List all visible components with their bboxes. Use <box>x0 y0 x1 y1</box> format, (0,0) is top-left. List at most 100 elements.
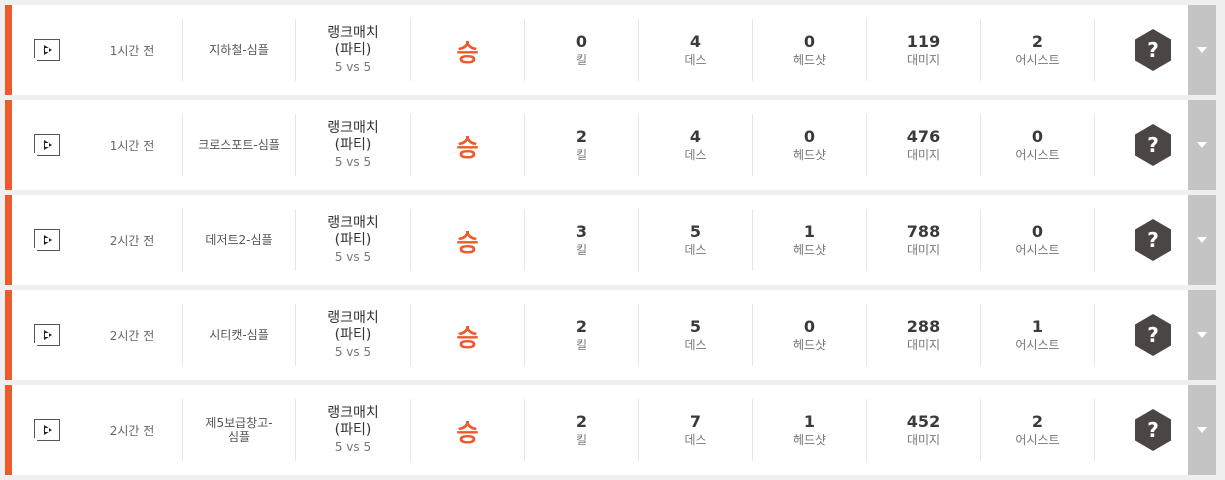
map-name: 시티캣-심플 <box>183 304 296 366</box>
kills-label: 킬 <box>575 53 588 67</box>
match-time: 2시간 전 <box>82 304 183 366</box>
chevron-down-icon <box>1197 237 1207 243</box>
tier-text: ? <box>1147 38 1159 62</box>
damage-label: 대미지 <box>906 243 941 257</box>
replay-button[interactable] <box>34 229 60 251</box>
expand-button[interactable] <box>1188 5 1216 95</box>
deaths-label: 데스 <box>684 148 707 162</box>
tier-text: ? <box>1147 133 1159 157</box>
deaths-stat: 4 데스 <box>639 19 753 81</box>
replay-cell <box>12 385 82 475</box>
match-time: 1시간 전 <box>82 114 183 176</box>
play-icon <box>44 235 52 245</box>
headshots-label: 헤드샷 <box>792 433 827 447</box>
replay-button[interactable] <box>34 324 60 346</box>
chevron-down-icon <box>1197 142 1207 148</box>
match-row[interactable]: 1시간 전 크로스포트-심플 랭크매치 (파티) 5 vs 5 승 2 킬 4 … <box>5 100 1216 190</box>
match-result: 승 <box>411 209 525 271</box>
damage-value: 788 <box>906 222 941 241</box>
match-time: 1시간 전 <box>82 19 183 81</box>
replay-cell <box>12 195 82 285</box>
headshots-stat: 1 헤드샷 <box>753 209 867 271</box>
headshots-stat: 0 헤드샷 <box>753 114 867 176</box>
kills-value: 2 <box>575 127 588 146</box>
match-row[interactable]: 2시간 전 시티캣-심플 랭크매치 (파티) 5 vs 5 승 2 킬 5 데스… <box>5 290 1216 380</box>
kills-value: 0 <box>575 32 588 51</box>
play-icon <box>44 330 52 340</box>
damage-stat: 288 대미지 <box>867 304 981 366</box>
assists-stat: 0 어시스트 <box>981 209 1095 271</box>
kills-stat: 0 킬 <box>525 19 639 81</box>
kills-value: 2 <box>575 412 588 431</box>
play-icon <box>44 45 52 55</box>
game-mode: 랭크매치 (파티) 5 vs 5 <box>296 114 411 176</box>
match-row[interactable]: 1시간 전 지하철-심플 랭크매치 (파티) 5 vs 5 승 0 킬 4 데스… <box>5 5 1216 95</box>
assists-label: 어시스트 <box>1015 338 1060 352</box>
map-name: 데저트2-심플 <box>183 209 296 271</box>
headshots-value: 0 <box>803 32 816 51</box>
game-mode: 랭크매치 (파티) 5 vs 5 <box>296 304 411 366</box>
tier-hex-icon: ? <box>1134 219 1171 261</box>
headshots-value: 0 <box>803 317 816 336</box>
mode-name: 랭크매치 (파티) <box>327 310 379 343</box>
match-row[interactable]: 2시간 전 제5보급창고- 심플 랭크매치 (파티) 5 vs 5 승 2 킬 … <box>5 385 1216 475</box>
assists-stat: 2 어시스트 <box>981 19 1095 81</box>
match-result: 승 <box>411 304 525 366</box>
team-size: 5 vs 5 <box>334 440 372 454</box>
damage-value: 288 <box>906 317 941 336</box>
map-name: 지하철-심플 <box>183 19 296 81</box>
match-row[interactable]: 2시간 전 데저트2-심플 랭크매치 (파티) 5 vs 5 승 3 킬 5 데… <box>5 195 1216 285</box>
tier-hex-icon: ? <box>1134 124 1171 166</box>
headshots-value: 1 <box>803 222 816 241</box>
damage-stat: 788 대미지 <box>867 209 981 271</box>
assists-value: 1 <box>1031 317 1044 336</box>
replay-cell <box>12 100 82 190</box>
game-mode: 랭크매치 (파티) 5 vs 5 <box>296 19 411 81</box>
assists-stat: 2 어시스트 <box>981 399 1095 461</box>
damage-label: 대미지 <box>906 433 941 447</box>
kills-label: 킬 <box>575 433 588 447</box>
mode-name: 랭크매치 (파티) <box>327 25 379 58</box>
match-result: 승 <box>411 399 525 461</box>
deaths-value: 4 <box>689 127 702 146</box>
expand-button[interactable] <box>1188 385 1216 475</box>
damage-stat: 476 대미지 <box>867 114 981 176</box>
kills-stat: 3 킬 <box>525 209 639 271</box>
chevron-down-icon <box>1197 47 1207 53</box>
deaths-value: 5 <box>689 317 702 336</box>
deaths-label: 데스 <box>684 243 707 257</box>
team-size: 5 vs 5 <box>334 345 372 359</box>
deaths-label: 데스 <box>684 53 707 67</box>
replay-button[interactable] <box>34 134 60 156</box>
assists-value: 2 <box>1031 32 1044 51</box>
headshots-stat: 0 헤드샷 <box>753 19 867 81</box>
damage-label: 대미지 <box>906 148 941 162</box>
game-mode: 랭크매치 (파티) 5 vs 5 <box>296 399 411 461</box>
headshots-value: 1 <box>803 412 816 431</box>
headshots-label: 헤드샷 <box>792 338 827 352</box>
kills-stat: 2 킬 <box>525 114 639 176</box>
assists-stat: 0 어시스트 <box>981 114 1095 176</box>
match-history-list: 1시간 전 지하철-심플 랭크매치 (파티) 5 vs 5 승 0 킬 4 데스… <box>0 0 1225 480</box>
deaths-value: 4 <box>689 32 702 51</box>
deaths-stat: 5 데스 <box>639 209 753 271</box>
replay-button[interactable] <box>34 419 60 441</box>
expand-button[interactable] <box>1188 100 1216 190</box>
expand-button[interactable] <box>1188 290 1216 380</box>
match-result: 승 <box>411 114 525 176</box>
replay-cell <box>12 5 82 95</box>
assists-label: 어시스트 <box>1015 53 1060 67</box>
headshots-value: 0 <box>803 127 816 146</box>
expand-button[interactable] <box>1188 195 1216 285</box>
replay-button[interactable] <box>34 39 60 61</box>
assists-value: 0 <box>1031 127 1044 146</box>
damage-label: 대미지 <box>906 338 941 352</box>
assists-value: 2 <box>1031 412 1044 431</box>
kills-label: 킬 <box>575 148 588 162</box>
replay-cell <box>12 290 82 380</box>
headshots-label: 헤드샷 <box>792 243 827 257</box>
match-result: 승 <box>411 19 525 81</box>
damage-stat: 119 대미지 <box>867 19 981 81</box>
tier-text: ? <box>1147 228 1159 252</box>
deaths-value: 7 <box>689 412 702 431</box>
